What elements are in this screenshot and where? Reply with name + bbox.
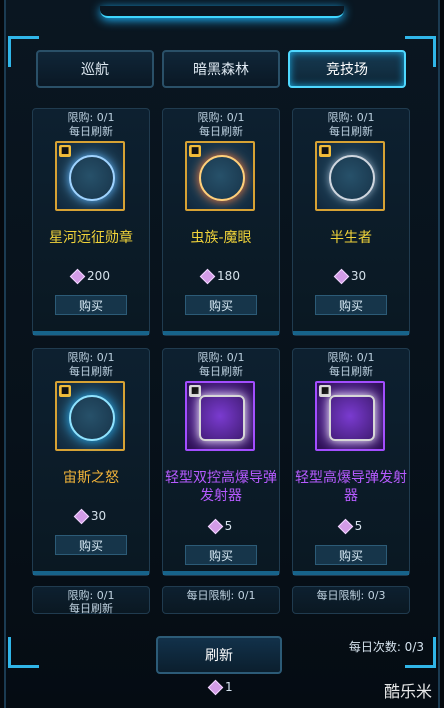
gem-icon bbox=[207, 518, 223, 535]
shop-item-card[interactable]: 限购: 0/1 每日刷新 ■ 虫族-魔眼 180 购买 bbox=[162, 108, 280, 336]
card-strip bbox=[163, 331, 279, 335]
item-icon-frame: ■ bbox=[315, 381, 385, 451]
card-limit: 限购: 0/1 每日刷新 bbox=[197, 351, 245, 378]
item-price: 5 bbox=[293, 518, 409, 535]
daily-count: 每日次数: 0/3 bbox=[348, 640, 424, 654]
lock-icon: ■ bbox=[189, 385, 201, 397]
gem-icon bbox=[333, 268, 350, 285]
partial-card[interactable]: 每日限制: 0/3 bbox=[292, 586, 410, 614]
launcher-icon bbox=[329, 395, 375, 441]
card-limit: 限购: 0/1 每日刷新 bbox=[197, 111, 245, 138]
item-icon-frame: ■ bbox=[315, 141, 385, 211]
starmedal-icon bbox=[69, 155, 115, 201]
card-limit: 限购: 0/1 每日刷新 bbox=[327, 111, 375, 138]
card-strip bbox=[163, 571, 279, 575]
shop-item-card[interactable]: 限购: 0/1 每日刷新 ■ 轻型高爆导弹发射器 5 购买 bbox=[292, 348, 410, 576]
gem-icon bbox=[337, 518, 353, 535]
item-name: 轻型双控高爆导弹发射器 bbox=[165, 470, 277, 504]
partial-card[interactable]: 限购: 0/1 每日刷新 bbox=[32, 586, 150, 615]
shop-item-card[interactable]: 限购: 0/1 每日刷新 ■ 轻型双控高爆导弹发射器 5 购买 bbox=[162, 348, 280, 576]
launcher-icon bbox=[199, 395, 245, 441]
buy-button[interactable]: 购买 bbox=[315, 295, 387, 315]
lock-icon: ■ bbox=[59, 145, 71, 157]
gem-icon bbox=[69, 268, 86, 285]
card-limit: 限购: 0/1 每日刷新 bbox=[327, 351, 375, 378]
item-name: 轻型高爆导弹发射器 bbox=[295, 470, 407, 504]
corner-decoration bbox=[8, 36, 39, 67]
corner-decoration bbox=[405, 36, 436, 67]
skull-emblem-icon bbox=[329, 155, 375, 201]
buy-button[interactable]: 购买 bbox=[315, 545, 387, 565]
item-icon-frame: ■ bbox=[185, 381, 255, 451]
item-icon-frame: ■ bbox=[185, 141, 255, 211]
gem-icon bbox=[73, 508, 90, 525]
buy-button[interactable]: 购买 bbox=[55, 535, 127, 555]
shop-item-card[interactable]: 限购: 0/1 每日刷新 ■ 宙斯之怒 30 购买 bbox=[32, 348, 150, 576]
gem-icon bbox=[207, 679, 224, 696]
gem-icon bbox=[199, 268, 216, 285]
partial-card[interactable]: 每日限制: 0/1 bbox=[162, 586, 280, 614]
tab-arena[interactable]: 竞技场 bbox=[288, 50, 406, 88]
tab-dark-forest[interactable]: 暗黑森林 bbox=[162, 50, 280, 88]
item-price: 200 bbox=[33, 268, 149, 285]
corner-decoration bbox=[8, 637, 39, 668]
item-name: 虫族-魔眼 bbox=[190, 230, 252, 246]
shop-item-card[interactable]: 限购: 0/1 每日刷新 ■ 星河远征勋章 200 购买 bbox=[32, 108, 150, 336]
item-icon-frame: ■ bbox=[55, 141, 125, 211]
card-strip bbox=[293, 331, 409, 335]
card-limit: 限购: 0/1 每日刷新 bbox=[67, 351, 115, 378]
lock-icon: ■ bbox=[319, 145, 331, 157]
lock-icon: ■ bbox=[319, 385, 331, 397]
shop-grid: 限购: 0/1 每日刷新 ■ 星河远征勋章 200 购买 限购: 0/1 每日刷新 … bbox=[32, 108, 410, 620]
item-price: 30 bbox=[33, 508, 149, 525]
demon-eye-icon bbox=[199, 155, 245, 201]
item-name: 星河远征勋章 bbox=[49, 230, 133, 246]
lock-icon: ■ bbox=[59, 385, 71, 397]
tab-cruise[interactable]: 巡航 bbox=[36, 50, 154, 88]
shop-tabs: 巡航 暗黑森林 竞技场 bbox=[36, 50, 406, 88]
buy-button[interactable]: 购买 bbox=[185, 545, 257, 565]
shop-item-card[interactable]: 限购: 0/1 每日刷新 ■ 半生者 30 购买 bbox=[292, 108, 410, 336]
zeus-emblem-icon bbox=[69, 395, 115, 441]
card-limit: 限购: 0/1 每日刷新 bbox=[67, 111, 115, 138]
refresh-cost: 1 bbox=[207, 679, 233, 696]
watermark: 酷乐米 bbox=[383, 682, 432, 701]
buy-button[interactable]: 购买 bbox=[185, 295, 257, 315]
item-name: 半生者 bbox=[330, 230, 372, 246]
item-price: 180 bbox=[163, 268, 279, 285]
card-strip bbox=[293, 571, 409, 575]
item-name: 宙斯之怒 bbox=[63, 470, 119, 486]
top-glow-decoration bbox=[100, 6, 344, 18]
refresh-button[interactable]: 刷新 bbox=[156, 636, 282, 674]
item-icon-frame: ■ bbox=[55, 381, 125, 451]
buy-button[interactable]: 购买 bbox=[55, 295, 127, 315]
item-price: 30 bbox=[293, 268, 409, 285]
item-price: 5 bbox=[163, 518, 279, 535]
card-strip bbox=[33, 331, 149, 335]
card-strip bbox=[33, 571, 149, 575]
lock-icon: ■ bbox=[189, 145, 201, 157]
